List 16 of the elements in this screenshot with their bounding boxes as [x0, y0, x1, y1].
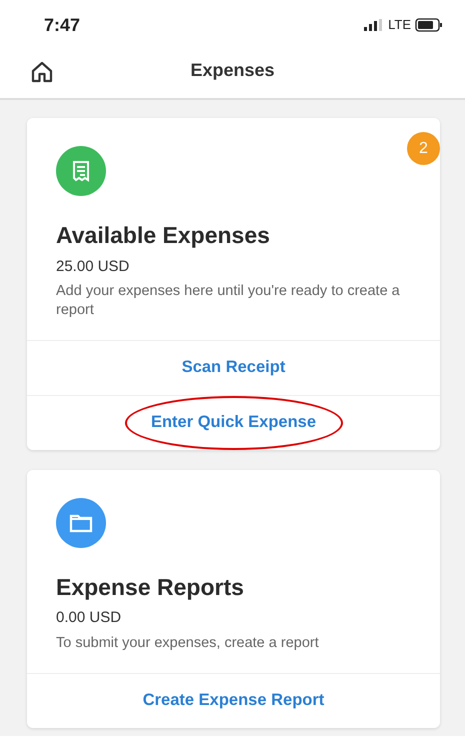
amount-text: 0.00 USD [56, 608, 122, 628]
battery-icon [415, 18, 443, 32]
description-text: To submit your expenses, create a report [56, 634, 320, 653]
card-title: Expense Reports [56, 574, 245, 602]
description-text: Add your expenses here until you're ready to create a report [56, 282, 401, 320]
signal-icon [364, 19, 384, 31]
page-title: Expenses [190, 58, 275, 82]
amount-text: 25.00 USD [56, 256, 130, 277]
action-link[interactable]: Create Expense Report [142, 688, 324, 714]
action-link[interactable]: Scan Receipt [182, 355, 286, 380]
network-label: LTE [388, 16, 411, 34]
count-badge: 2 [407, 132, 440, 165]
home-icon[interactable] [30, 60, 54, 84]
card-title: Available Expenses [56, 222, 271, 250]
status-time: 7:47 [44, 14, 80, 36]
action-link[interactable]: Enter Quick Expense [150, 410, 316, 436]
